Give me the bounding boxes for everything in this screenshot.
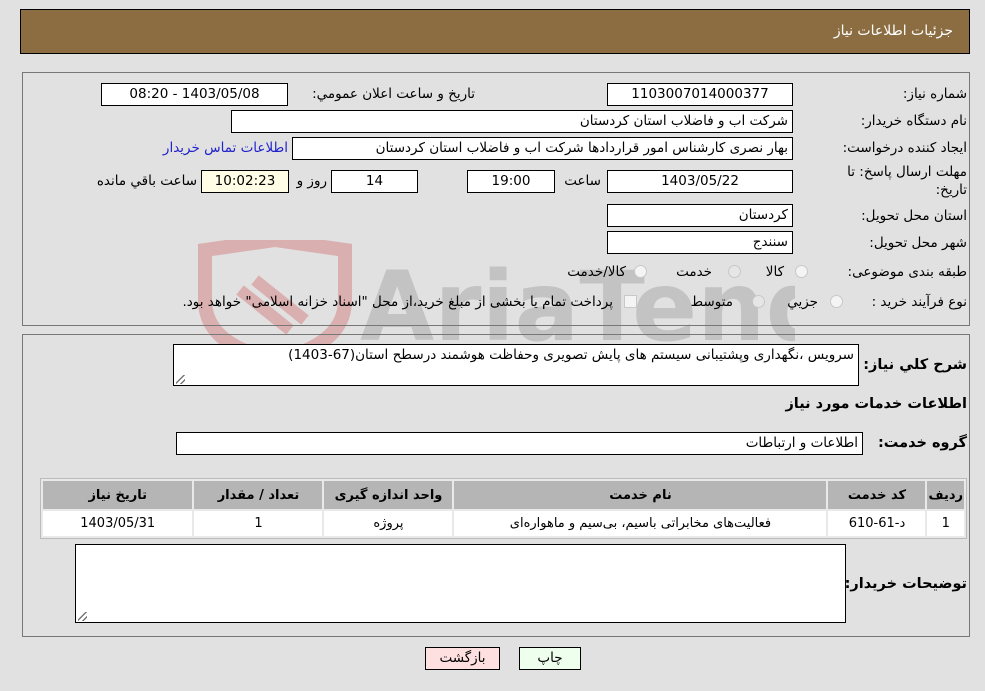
col-service-name: نام خدمت bbox=[454, 481, 827, 509]
services-section-title: اطلاعات خدمات مورد نياز bbox=[785, 396, 967, 412]
process-radio-minor[interactable] bbox=[830, 295, 843, 308]
category-radio-goods[interactable] bbox=[795, 265, 808, 278]
resize-grip-icon[interactable] bbox=[78, 612, 87, 621]
process-radio-medium[interactable] bbox=[752, 295, 765, 308]
category-option-service: خدمت bbox=[676, 264, 712, 280]
need-number-label: شماره نیاز: bbox=[902, 86, 967, 102]
buyer-notes-textarea[interactable] bbox=[75, 544, 846, 623]
category-option-goods: کالا bbox=[765, 264, 784, 280]
page-header: جزئيات اطلاعات نياز bbox=[20, 9, 970, 54]
page-title: جزئيات اطلاعات نياز bbox=[833, 23, 953, 39]
province-label: استان محل تحویل: bbox=[861, 208, 967, 224]
remaining-label: ساعت باقي مانده bbox=[96, 173, 197, 189]
remaining-time-field[interactable]: 10:02:23 bbox=[201, 170, 289, 193]
col-need-date: تاريخ نياز bbox=[43, 481, 193, 509]
city-label: شهر محل تحویل: bbox=[869, 235, 967, 251]
deadline-label-line1: مهلت ارسال پاسخ: تا bbox=[847, 164, 967, 180]
table-header-row: رديف کد خدمت نام خدمت واحد اندازه گيری ت… bbox=[43, 481, 964, 509]
table-row: 1 د-61-610 فعالیت‌های مخابراتی باسیم، بی… bbox=[43, 511, 964, 536]
cell-row-number: 1 bbox=[927, 511, 964, 536]
category-option-goods-service: کالا/خدمت bbox=[567, 264, 626, 280]
col-quantity: تعداد / مقدار bbox=[194, 481, 323, 509]
treasury-note: پرداخت تمام یا بخشی از مبلغ خرید،از محل … bbox=[182, 294, 613, 310]
treasury-checkbox[interactable] bbox=[624, 295, 637, 308]
category-radio-service[interactable] bbox=[728, 265, 741, 278]
resize-grip-icon[interactable] bbox=[176, 375, 185, 384]
services-table: رديف کد خدمت نام خدمت واحد اندازه گيری ت… bbox=[40, 478, 967, 539]
description-label: شرح کلي نياز: bbox=[863, 357, 967, 373]
process-type-label: نوع فرآیند خرید : bbox=[871, 294, 967, 310]
deadline-date-field[interactable]: 1403/05/22 bbox=[607, 170, 793, 193]
requester-label: ایجاد کننده درخواست: bbox=[842, 140, 967, 156]
need-number-field[interactable]: 1103007014000377 bbox=[607, 83, 793, 106]
category-radio-goods-service[interactable] bbox=[634, 265, 647, 278]
process-option-minor: جزيي bbox=[787, 294, 818, 310]
requester-field[interactable]: بهار نصری کارشناس امور قراردادها شرکت اب… bbox=[292, 137, 793, 160]
deadline-time-field[interactable]: 19:00 bbox=[467, 170, 555, 193]
cell-service-name: فعالیت‌های مخابراتی باسیم، بی‌سیم و ماهو… bbox=[454, 511, 827, 536]
city-field[interactable]: سنندج bbox=[607, 231, 793, 254]
announce-datetime-field[interactable]: 1403/05/08 - 08:20 bbox=[101, 83, 288, 106]
col-service-code: کد خدمت bbox=[828, 481, 926, 509]
buyer-org-label: نام دستگاه خریدار: bbox=[860, 113, 967, 129]
service-group-field[interactable]: اطلاعات و ارتباطات bbox=[176, 432, 863, 455]
col-unit: واحد اندازه گيری bbox=[324, 481, 453, 509]
announce-datetime-label: تاريخ و ساعت اعلان عمومي: bbox=[312, 86, 475, 102]
cell-quantity: 1 bbox=[194, 511, 323, 536]
buyer-org-field[interactable]: شرکت اب و فاضلاب استان کردستان bbox=[231, 110, 793, 133]
cell-need-date: 1403/05/31 bbox=[43, 511, 193, 536]
category-label: طبقه بندی موضوعی: bbox=[847, 264, 967, 280]
province-field[interactable]: کردستان bbox=[607, 204, 793, 227]
remaining-days-field[interactable]: 14 bbox=[331, 170, 418, 193]
description-textarea[interactable]: سرویس ،نگهداری وپشتیبانی سیستم های پایش … bbox=[173, 344, 859, 386]
description-text: سرویس ،نگهداری وپشتیبانی سیستم های پایش … bbox=[288, 347, 854, 363]
buyer-notes-label: توضيحات خريدار: bbox=[844, 576, 967, 592]
cell-service-code: د-61-610 bbox=[828, 511, 926, 536]
buyer-contact-link[interactable]: اطلاعات تماس خریدار bbox=[163, 140, 288, 156]
col-row-number: رديف bbox=[927, 481, 964, 509]
deadline-time-label: ساعت bbox=[564, 173, 601, 189]
days-label: روز و bbox=[296, 173, 327, 189]
print-button[interactable]: چاپ bbox=[519, 647, 581, 670]
deadline-label-line2: تاریخ: bbox=[935, 182, 967, 198]
process-option-medium: متوسط bbox=[690, 294, 733, 310]
service-group-label: گروه خدمت: bbox=[877, 435, 967, 451]
cell-unit: پروژه bbox=[324, 511, 453, 536]
back-button[interactable]: بازگشت bbox=[425, 647, 500, 670]
